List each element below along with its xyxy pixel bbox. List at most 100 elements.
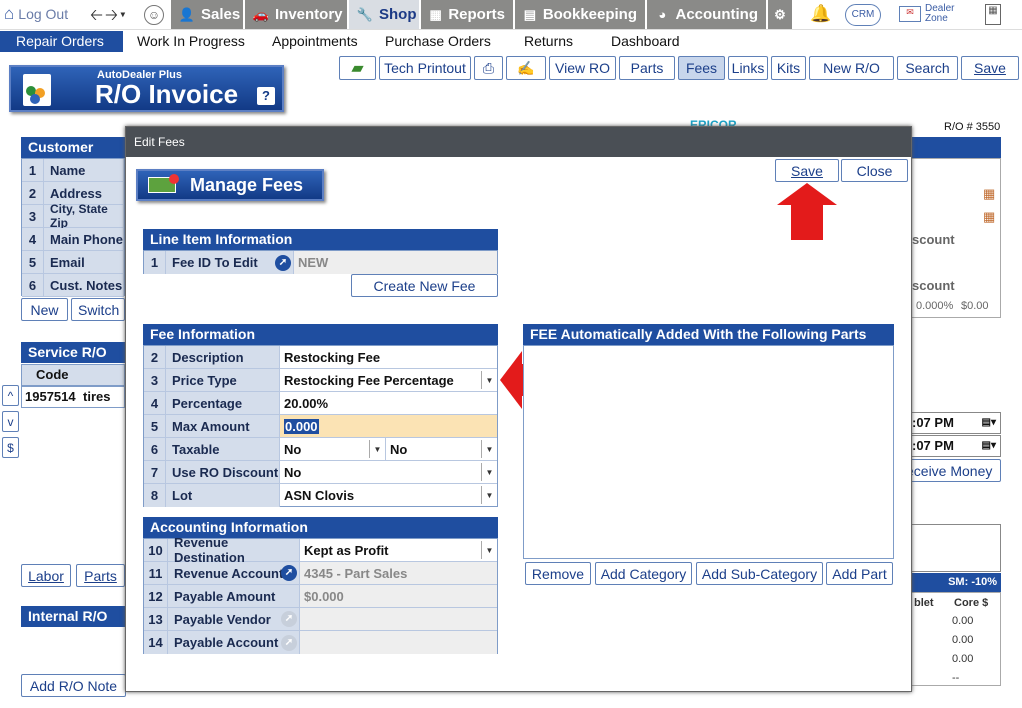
price-type-select[interactable]: Restocking Fee Percentage ▼ [280,369,497,391]
add-sub-category-button[interactable]: Add Sub-Category [696,562,823,585]
mail-icon: ✉ [899,6,921,22]
description-input[interactable]: Restocking Fee [280,346,497,368]
calendar-icon[interactable]: ▦ [983,186,995,202]
nav-accounting[interactable]: ◕ Accounting [647,0,766,29]
sign-button[interactable]: ✍ [506,56,546,80]
help-button[interactable]: ? [257,87,275,105]
add-category-button[interactable]: Add Category [595,562,692,585]
row-label: Revenue Account ➚ [168,562,300,584]
user-icon[interactable]: ☺ [144,5,164,25]
search-button[interactable]: Search [897,56,958,80]
customer-info-header: Customer Inform [21,137,125,176]
lookup-icon[interactable]: ➚ [275,254,291,271]
calendar-icon[interactable]: ▦ [983,209,995,225]
taxable-select[interactable]: No ▼ [280,438,386,460]
lookup-icon[interactable]: ➚ [281,634,297,651]
price-button[interactable]: $ [2,437,19,458]
tech-printout-button[interactable]: Tech Printout [379,56,471,80]
nav-sales[interactable]: 👤 Sales [171,0,243,29]
max-amount-row: 5 Max Amount 0.000 [144,415,497,438]
parts-list-button[interactable]: Parts [76,564,125,587]
sm-header: SM: -10% [911,573,1001,592]
revenue-destination-select[interactable]: Kept as Profit ▼ [300,539,497,561]
calculator-icon[interactable]: ▦ [985,4,1001,25]
save-button[interactable]: Save [961,56,1019,80]
kits-button[interactable]: Kits [771,56,806,80]
sub-nav: Repair Orders Work In Progress Appointme… [0,30,1022,53]
receive-money-button[interactable]: eceive Money [905,459,1001,482]
chevron-down-icon: ▼ [369,440,385,458]
new-customer-button[interactable]: New [21,298,68,321]
modal-save-button[interactable]: Save [775,159,839,182]
nav-reports[interactable]: ▦ Reports [421,0,513,29]
logout-button[interactable]: ⌂ Log Out [4,4,68,24]
move-up-button[interactable]: ^ [2,385,19,406]
ro-number: R/O # 3550 [944,121,1001,133]
labor-button[interactable]: Labor [21,564,71,587]
line-item-header: Line Item Information [143,229,498,250]
links-button[interactable]: Links [728,56,768,80]
row-label: Lot [166,484,280,507]
fee-id-value[interactable]: NEW [294,251,497,274]
time-field[interactable]: :07 PM ▤▾ [911,435,1001,457]
service-item-row[interactable]: 1957514 tires [21,386,125,408]
ro-invoice-logo: AutoDealer Plus R/O Invoice ? [9,65,284,112]
column-header: blet [914,597,934,609]
lot-row: 8 Lot ASN Clovis ▼ [144,484,497,507]
lookup-icon[interactable]: ➚ [281,611,297,627]
taxable-select-2[interactable]: No ▼ [386,438,497,460]
manage-fees-heading: Manage Fees [136,169,324,201]
move-down-button[interactable]: v [2,411,19,432]
nav-bookkeeping[interactable]: ▤ Bookkeeping [515,0,645,29]
chevron-down-icon: ▼ [481,541,497,559]
lookup-icon[interactable]: ➚ [281,565,297,581]
switch-customer-button[interactable]: Switch [71,298,125,321]
subnav-work-in-progress[interactable]: Work In Progress [127,31,255,52]
row-number: 2 [22,182,44,204]
time-field[interactable]: :07 PM ▤▾ [911,412,1001,434]
row-number: 2 [144,346,166,368]
payable-account-row: 14 Payable Account ➚ [144,631,497,654]
add-ro-note-button[interactable]: Add R/O Note [21,674,126,697]
fee-id-label: Fee ID To Edit ➚ [166,251,294,274]
add-part-button[interactable]: Add Part [826,562,893,585]
history-nav[interactable]: 🡠🡢▾ [90,4,128,31]
row-number: 10 [144,539,168,561]
folder-button[interactable]: ▰ [339,56,376,80]
nav-shop[interactable]: 🔧 Shop [349,0,419,29]
subnav-appointments[interactable]: Appointments [262,31,368,52]
clock-dropdown-icon: ▤▾ [981,440,996,451]
subnav-returns[interactable]: Returns [514,31,583,52]
percentage-input[interactable]: 20.00% [280,392,497,414]
fees-button[interactable]: Fees [678,56,725,80]
create-new-fee-button[interactable]: Create New Fee [351,274,498,297]
new-ro-button[interactable]: New R/O [809,56,894,80]
pie-chart-icon: ◕ [658,7,667,22]
settings-button[interactable]: ⚙ [768,0,792,29]
lot-select[interactable]: ASN Clovis ▼ [280,484,497,507]
crm-button[interactable]: CRM [845,4,881,26]
row-number: 1 [22,159,44,181]
bell-icon[interactable]: 🔔 [810,4,831,24]
row-label: Max Amount [166,415,280,437]
customer-row: 1 Name [22,159,124,182]
subnav-dashboard[interactable]: Dashboard [601,31,690,52]
auto-parts-list[interactable] [523,345,894,559]
view-ro-button[interactable]: View RO [549,56,616,80]
subnav-repair-orders[interactable]: Repair Orders [0,31,123,52]
modal-close-button[interactable]: Close [841,159,908,182]
revenue-destination-row: 10 Revenue Destination Kept as Profit ▼ [144,535,497,565]
folder-icon: ▰ [351,60,364,77]
subnav-purchase-orders[interactable]: Purchase Orders [375,31,501,52]
remove-button[interactable]: Remove [525,562,591,585]
use-ro-discount-row: 7 Use RO Discount No ▼ [144,461,497,484]
car-icon: 🚗 [252,6,270,22]
nav-inventory[interactable]: 🚗 Inventory [245,0,347,29]
print-button[interactable]: ⎙ [474,56,503,80]
max-amount-input[interactable]: 0.000 [280,415,497,437]
row-label: Payable Amount [168,585,300,607]
dealer-zone-button[interactable]: ✉ Dealer Zone [899,4,961,24]
use-ro-discount-select[interactable]: No ▼ [280,461,497,483]
book-icon: ▤ [523,6,537,22]
parts-button[interactable]: Parts [619,56,675,80]
